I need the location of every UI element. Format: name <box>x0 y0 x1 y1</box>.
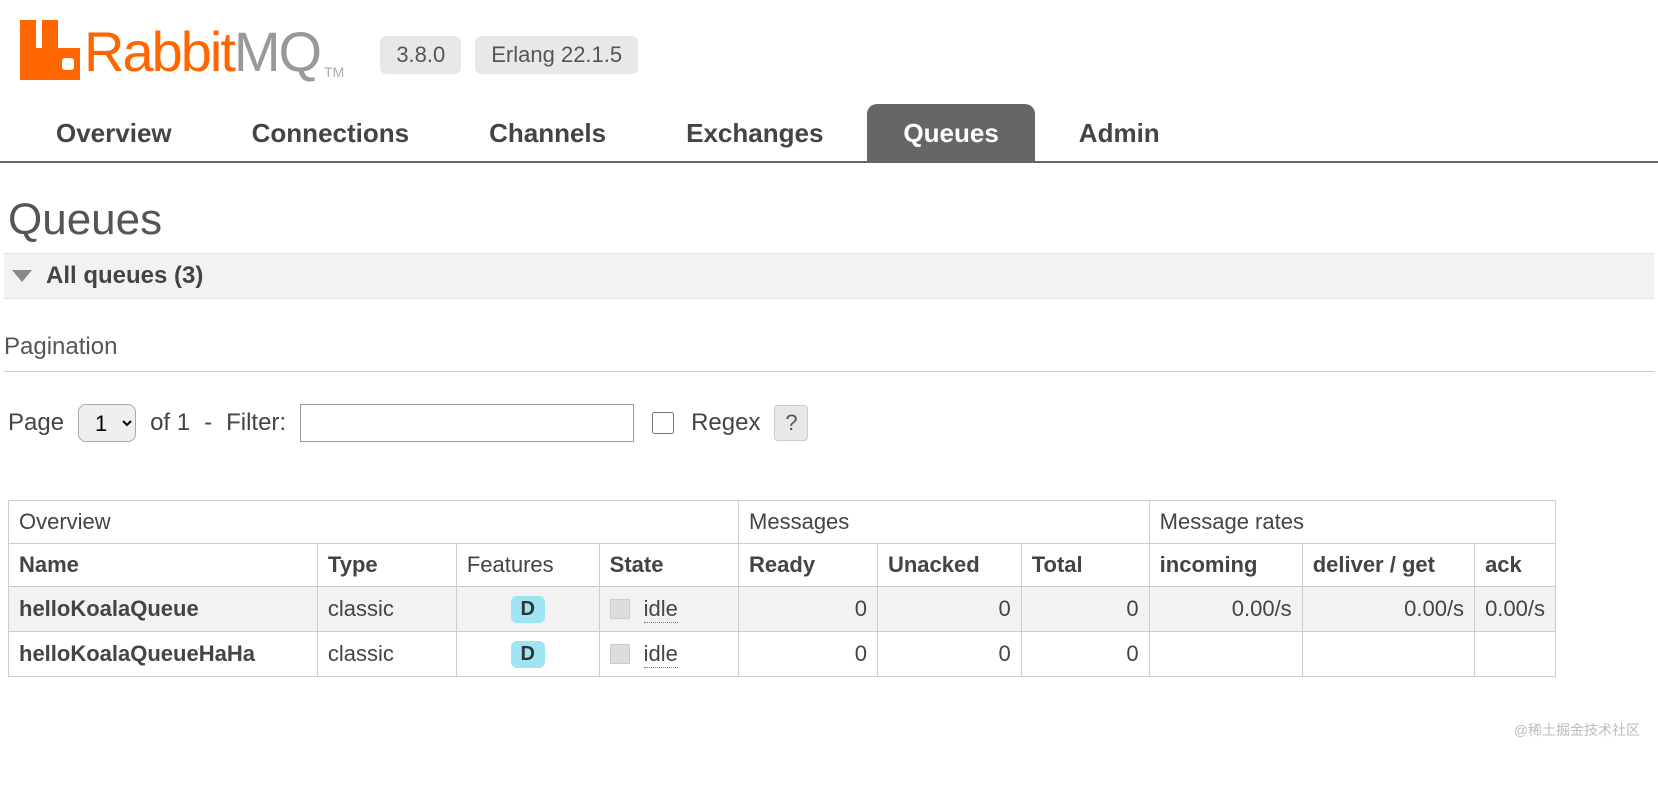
queue-state: idle <box>599 587 738 632</box>
queues-table: Overview Messages Message rates Name Typ… <box>8 500 1556 677</box>
pager-dash: - <box>204 409 212 437</box>
page-title: Queues <box>4 195 1654 245</box>
nav-tabs: Overview Connections Channels Exchanges … <box>0 104 1658 163</box>
queue-deliver <box>1302 632 1474 677</box>
tab-queues[interactable]: Queues <box>867 104 1034 161</box>
group-rates: Message rates <box>1149 501 1555 544</box>
help-button[interactable]: ? <box>774 405 808 441</box>
tab-connections[interactable]: Connections <box>216 104 445 161</box>
col-deliver[interactable]: deliver / get <box>1302 544 1474 587</box>
regex-label: Regex <box>691 409 760 437</box>
queue-type: classic <box>317 632 456 677</box>
rabbitmq-icon <box>20 20 80 80</box>
col-type[interactable]: Type <box>317 544 456 587</box>
section-label: All queues (3) <box>46 262 203 290</box>
queue-name[interactable]: helloKoalaQueue <box>9 587 318 632</box>
erlang-badge: Erlang 22.1.5 <box>475 36 638 74</box>
queue-unacked: 0 <box>877 587 1021 632</box>
durable-badge: D <box>511 641 545 668</box>
queue-name[interactable]: helloKoalaQueueHaHa <box>9 632 318 677</box>
queue-unacked: 0 <box>877 632 1021 677</box>
queue-incoming <box>1149 632 1302 677</box>
col-ack[interactable]: ack <box>1475 544 1556 587</box>
table-row[interactable]: helloKoalaQueueHaHa classic D idle 0 0 0 <box>9 632 1556 677</box>
table-group-row: Overview Messages Message rates <box>9 501 1556 544</box>
logo-tm: TM <box>324 64 344 80</box>
pagination-bar: Page 1 of 1 - Filter: Regex ? <box>8 404 1654 442</box>
tab-channels[interactable]: Channels <box>453 104 642 161</box>
tab-exchanges[interactable]: Exchanges <box>650 104 859 161</box>
version-badge: 3.8.0 <box>380 36 461 74</box>
table-header-row: Name Type Features State Ready Unacked T… <box>9 544 1556 587</box>
queue-total: 0 <box>1021 632 1149 677</box>
col-unacked[interactable]: Unacked <box>877 544 1021 587</box>
group-messages: Messages <box>739 501 1150 544</box>
page-label: Page <box>8 409 64 437</box>
logo-text: RabbitMQ <box>84 24 320 80</box>
state-indicator-icon <box>610 644 630 664</box>
col-ready[interactable]: Ready <box>739 544 878 587</box>
queue-total: 0 <box>1021 587 1149 632</box>
section-all-queues[interactable]: All queues (3) <box>4 253 1654 299</box>
queue-state: idle <box>599 632 738 677</box>
page-of-label: of 1 <box>150 409 190 437</box>
col-incoming[interactable]: incoming <box>1149 544 1302 587</box>
queue-ready: 0 <box>739 587 878 632</box>
version-badges: 3.8.0 Erlang 22.1.5 <box>380 36 638 74</box>
queue-incoming: 0.00/s <box>1149 587 1302 632</box>
page-select[interactable]: 1 <box>78 404 136 442</box>
chevron-down-icon <box>12 270 32 282</box>
filter-input[interactable] <box>300 404 634 442</box>
durable-badge: D <box>511 596 545 623</box>
col-state[interactable]: State <box>599 544 738 587</box>
col-features[interactable]: Features <box>456 544 599 587</box>
queue-features: D <box>456 587 599 632</box>
watermark: @稀土掘金技术社区 <box>1514 720 1640 740</box>
header: RabbitMQ TM 3.8.0 Erlang 22.1.5 <box>0 0 1658 80</box>
table-row[interactable]: helloKoalaQueue classic D idle 0 0 0 0.0… <box>9 587 1556 632</box>
logo[interactable]: RabbitMQ TM <box>20 20 344 80</box>
queue-ready: 0 <box>739 632 878 677</box>
regex-checkbox[interactable] <box>652 412 674 434</box>
filter-label: Filter: <box>226 409 286 437</box>
col-name[interactable]: Name <box>9 544 318 587</box>
group-overview: Overview <box>9 501 739 544</box>
page-body: Queues All queues (3) Pagination Page 1 … <box>0 163 1658 677</box>
pagination-heading: Pagination <box>4 333 1654 372</box>
state-indicator-icon <box>610 599 630 619</box>
queue-type: classic <box>317 587 456 632</box>
queue-deliver: 0.00/s <box>1302 587 1474 632</box>
queue-ack <box>1475 632 1556 677</box>
tab-admin[interactable]: Admin <box>1043 104 1196 161</box>
tab-overview[interactable]: Overview <box>20 104 208 161</box>
queue-ack: 0.00/s <box>1475 587 1556 632</box>
col-total[interactable]: Total <box>1021 544 1149 587</box>
queue-features: D <box>456 632 599 677</box>
